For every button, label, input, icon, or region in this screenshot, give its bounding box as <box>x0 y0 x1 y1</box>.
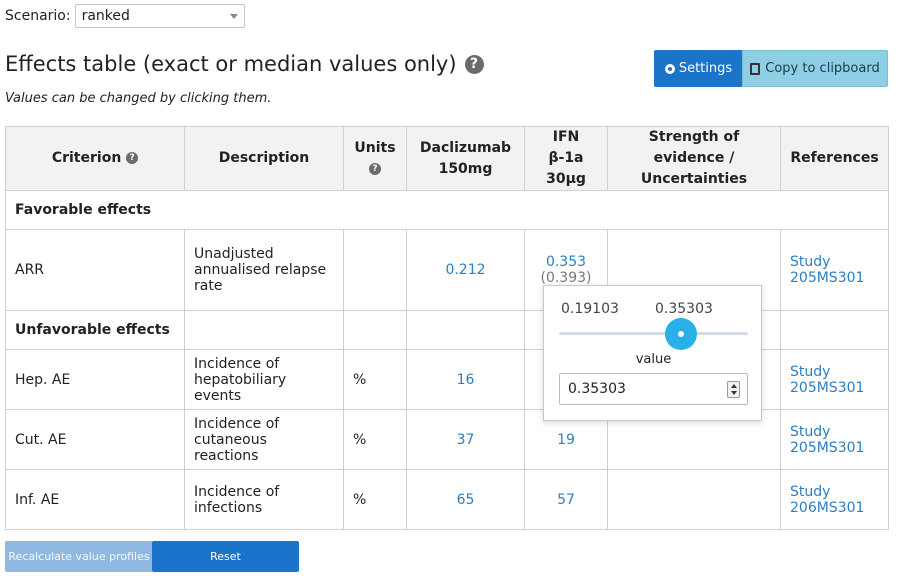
reference-link[interactable]: Study 206MS301 <box>780 469 889 530</box>
column-header-daclizumab: Daclizumab 150mg <box>406 126 525 191</box>
reference-link[interactable]: Study 205MS301 <box>780 229 889 311</box>
units-cell <box>343 229 407 311</box>
chevron-down-icon <box>229 13 238 19</box>
ifn-value-cell[interactable]: 57 <box>524 469 608 530</box>
scenario-select-value: ranked <box>81 8 130 24</box>
units-header-label: Units <box>354 139 396 156</box>
column-header-description: Description <box>184 126 344 191</box>
daclizumab-value-cell[interactable]: 37 <box>406 409 525 470</box>
page-subtitle: Values can be changed by clicking them. <box>5 91 272 106</box>
page-title-text: Effects table (exact or median values on… <box>5 52 457 76</box>
criterion-header-label: Criterion <box>51 150 122 166</box>
section-label: Favorable effects <box>5 190 889 230</box>
reference-link[interactable]: Study 205MS301 <box>780 409 889 470</box>
empty-cell <box>406 310 525 350</box>
column-header-references: References <box>780 126 889 191</box>
empty-cell <box>343 310 407 350</box>
value-slider-track[interactable] <box>559 332 748 335</box>
ifn-original-value: (0.393) <box>540 270 592 286</box>
settings-button[interactable]: Settings <box>654 50 743 87</box>
daclizumab-value-cell[interactable]: 16 <box>406 349 525 410</box>
section-row-favorable: Favorable effects <box>5 190 889 230</box>
settings-button-label: Settings <box>678 61 733 76</box>
copy-button-label: Copy to clipboard <box>765 61 880 76</box>
slider-min-label: 0.19103 <box>561 301 619 317</box>
value-slider-handle[interactable] <box>665 318 697 350</box>
column-header-units: Units? <box>343 126 407 191</box>
column-header-ifn: IFN β-1a 30μg <box>524 126 608 191</box>
daclizumab-value-cell[interactable]: 65 <box>406 469 525 530</box>
help-icon[interactable]: ? <box>464 54 484 74</box>
strength-cell <box>607 469 781 530</box>
daclizumab-value-cell[interactable]: 0.212 <box>406 229 525 311</box>
column-header-strength: Strength of evidence / Uncertainties <box>607 126 781 191</box>
value-input[interactable]: 0.35303 <box>559 373 748 405</box>
units-cell: % <box>343 469 407 530</box>
help-icon[interactable]: ? <box>126 152 139 164</box>
column-header-criterion: Criterion ? <box>5 126 185 191</box>
reset-button[interactable]: Reset <box>152 541 299 572</box>
scenario-row: Scenario: ranked <box>5 4 245 28</box>
recalculate-value-profiles-button[interactable]: Recalculate value profiles <box>5 541 153 572</box>
description-cell: Unadjusted annualised relapse rate <box>184 229 344 311</box>
gear-icon <box>664 63 675 74</box>
table-header-row: Criterion ? Description Units? Daclizuma… <box>5 126 889 191</box>
spinner-up-icon[interactable] <box>731 384 737 388</box>
description-cell: Incidence of infections <box>184 469 344 530</box>
copy-to-clipboard-button[interactable]: Copy to clipboard <box>742 50 888 87</box>
value-caption: value <box>635 352 672 367</box>
scenario-select[interactable]: ranked <box>74 4 245 28</box>
value-input-text: 0.35303 <box>568 381 626 397</box>
slider-current-label: 0.35303 <box>655 301 713 317</box>
description-cell: Incidence of hepatobiliary events <box>184 349 344 410</box>
section-label: Unfavorable effects <box>5 310 185 350</box>
ifn-value[interactable]: 0.353 <box>546 254 586 270</box>
criterion-cell: Hep. AE <box>5 349 185 410</box>
reference-link[interactable]: Study 205MS301 <box>780 349 889 410</box>
description-cell: Incidence of cutaneous reactions <box>184 409 344 470</box>
value-edit-popover: 0.19103 0.35303 value 0.35303 <box>543 285 762 421</box>
clipboard-icon <box>750 62 761 75</box>
scenario-label: Scenario: <box>5 8 71 24</box>
units-cell: % <box>343 409 407 470</box>
empty-cell <box>184 310 344 350</box>
units-cell: % <box>343 349 407 410</box>
spinner-down-icon[interactable] <box>731 391 737 395</box>
criterion-cell: ARR <box>5 229 185 311</box>
help-icon[interactable]: ? <box>369 162 381 175</box>
table-row: Inf. AE Incidence of infections % 65 57 … <box>5 469 889 530</box>
criterion-cell: Inf. AE <box>5 469 185 530</box>
criterion-cell: Cut. AE <box>5 409 185 470</box>
page-title: Effects table (exact or median values on… <box>5 52 484 76</box>
number-spinner[interactable] <box>727 381 740 398</box>
empty-cell <box>780 310 889 350</box>
slider-handle-dot <box>678 331 684 337</box>
